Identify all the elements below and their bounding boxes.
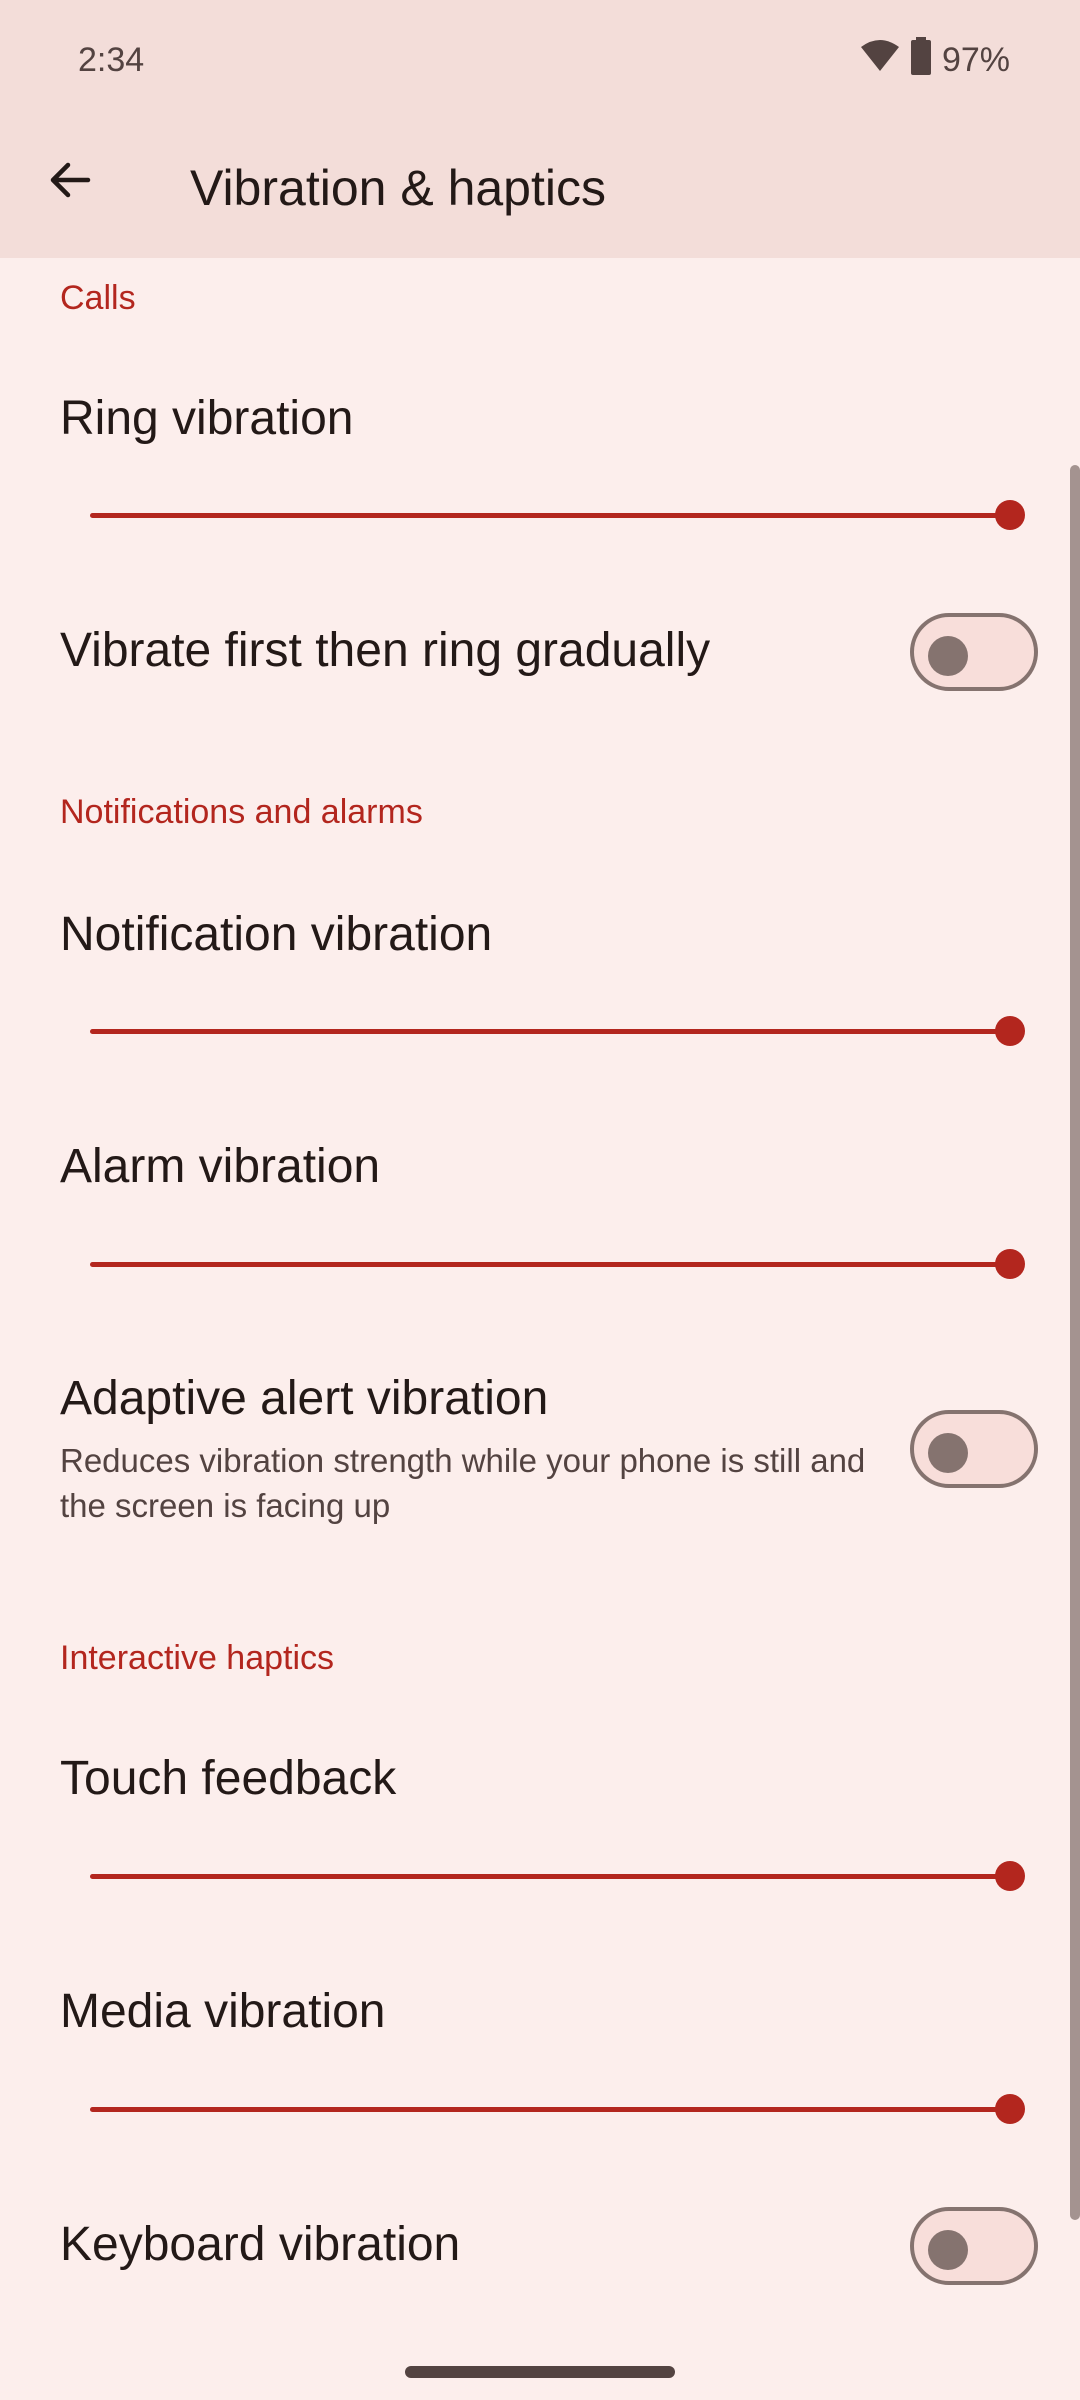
slider-track: [90, 513, 1010, 518]
section-header-notifications: Notifications and alarms: [60, 793, 423, 831]
ring-vibration-title: Ring vibration: [60, 392, 354, 445]
slider-thumb[interactable]: [995, 1016, 1025, 1046]
vibrate-first-title: Vibrate first then ring gradually: [60, 624, 711, 677]
adaptive-alert-title: Adaptive alert vibration: [60, 1372, 549, 1425]
touch-feedback-title: Touch feedback: [60, 1752, 397, 1805]
slider-thumb[interactable]: [995, 500, 1025, 530]
toggle-knob: [928, 2230, 968, 2270]
section-header-calls: Calls: [60, 279, 136, 317]
slider-thumb[interactable]: [995, 1249, 1025, 1279]
alarm-vibration-title: Alarm vibration: [60, 1140, 381, 1193]
ring-vibration-slider[interactable]: [90, 495, 1025, 535]
notification-vibration-slider[interactable]: [90, 1011, 1025, 1051]
media-vibration-slider[interactable]: [90, 2089, 1025, 2129]
adaptive-alert-summary: Reduces vibration strength while your ph…: [60, 1442, 866, 1524]
adaptive-alert-toggle[interactable]: [910, 1410, 1038, 1488]
notification-vibration-title: Notification vibration: [60, 908, 493, 961]
slider-track: [90, 1262, 1010, 1267]
keyboard-vibration-toggle[interactable]: [910, 2207, 1038, 2285]
vibrate-first-toggle[interactable]: [910, 613, 1038, 691]
slider-thumb[interactable]: [995, 1861, 1025, 1891]
status-time: 2:34: [78, 41, 145, 79]
media-vibration-title: Media vibration: [60, 1985, 386, 2038]
battery-percentage: 97%: [941, 40, 1010, 79]
back-button[interactable]: [30, 142, 110, 222]
slider-track: [90, 2107, 1010, 2112]
touch-feedback-slider[interactable]: [90, 1856, 1025, 1896]
slider-track: [90, 1029, 1010, 1034]
alarm-vibration-slider[interactable]: [90, 1244, 1025, 1284]
battery-icon: [910, 36, 932, 84]
arrow-back-icon: [48, 158, 92, 207]
top-app-bar: 2:34 97% Vibration & haptics: [0, 0, 1080, 258]
wifi-icon: [860, 39, 900, 82]
slider-track: [90, 1874, 1010, 1879]
slider-thumb[interactable]: [995, 2094, 1025, 2124]
settings-list[interactable]: Calls Ring vibration Vibrate first then …: [0, 258, 1080, 2400]
scrollbar[interactable]: [1070, 465, 1080, 2220]
keyboard-vibration-title: Keyboard vibration: [60, 2218, 461, 2271]
section-header-haptics: Interactive haptics: [60, 1639, 335, 1677]
home-gesture-handle[interactable]: [405, 2366, 675, 2378]
toggle-knob: [928, 636, 968, 676]
page-title: Vibration & haptics: [190, 160, 606, 216]
toggle-knob: [928, 1433, 968, 1473]
status-icons: 97%: [860, 36, 1010, 84]
